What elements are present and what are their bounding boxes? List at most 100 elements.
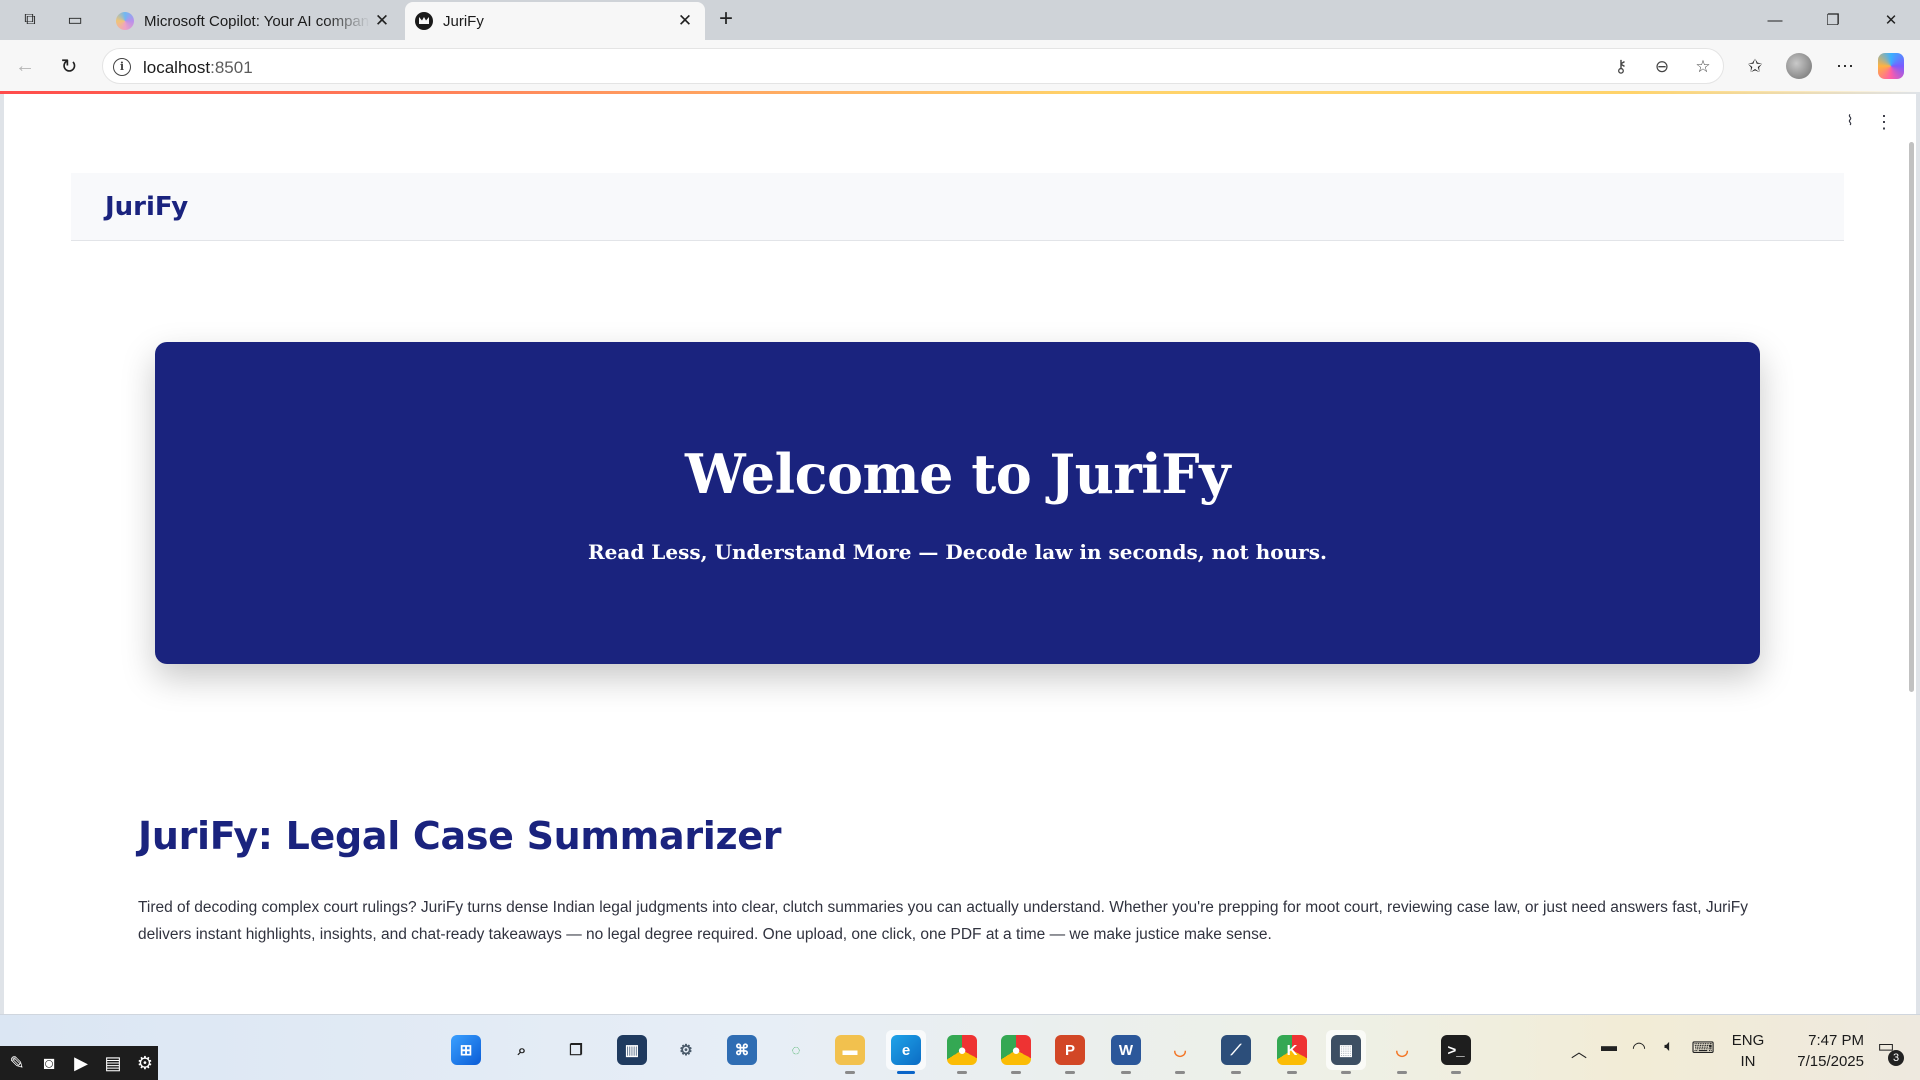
- close-window-button[interactable]: ✕: [1862, 0, 1920, 40]
- refresh-icon[interactable]: ↻: [54, 51, 84, 81]
- running-indicator: [1341, 1071, 1351, 1074]
- word-icon: W: [1111, 1035, 1141, 1065]
- tab-title: Microsoft Copilot: Your AI companion: [144, 12, 370, 30]
- capture-toolbar: ✎ ◙ ▶ ▤ ⚙: [0, 1046, 158, 1080]
- running-status-icon: ⌇: [1846, 112, 1854, 128]
- hero-banner: Welcome to JuriFy Read Less, Understand …: [155, 342, 1760, 664]
- taskbar-app-jupyter-2[interactable]: ◡: [1382, 1030, 1422, 1074]
- browser-tab-strip: ⧉ ▭ Microsoft Copilot: Your AI companion…: [0, 0, 1920, 40]
- jupyter-2-icon: ◡: [1395, 1042, 1409, 1059]
- folder-icon[interactable]: ▤: [100, 1053, 126, 1074]
- header-brand: JuriFy: [105, 192, 189, 222]
- pen-icon[interactable]: ✎: [4, 1053, 30, 1074]
- camera-icon[interactable]: ◙: [36, 1053, 62, 1074]
- more-menu-icon[interactable]: ⋯: [1830, 51, 1860, 81]
- taskbar-app-chrome[interactable]: ●: [942, 1030, 982, 1074]
- settings-icon: ⚙: [679, 1042, 693, 1059]
- taskbar-app-jupyter[interactable]: ◡: [1160, 1030, 1200, 1074]
- taskbar-app-settings[interactable]: ⚙: [666, 1030, 706, 1070]
- workspaces-icon[interactable]: ⧉: [17, 8, 43, 32]
- url-text[interactable]: localhost:8501: [143, 58, 253, 78]
- taskbar-app-edge[interactable]: e: [886, 1030, 926, 1074]
- taskbar-app-vscode-like[interactable]: ⟋: [1216, 1030, 1256, 1074]
- edge-icon: e: [891, 1035, 921, 1065]
- taskbar-app-calculator[interactable]: ▦: [1326, 1030, 1366, 1074]
- running-indicator: [1065, 1071, 1075, 1074]
- battery-icon[interactable]: ▬: [1596, 1038, 1622, 1056]
- running-indicator: [1451, 1071, 1461, 1074]
- loader-icon: ◌: [791, 1041, 801, 1059]
- profile-avatar[interactable]: [1784, 51, 1814, 81]
- running-indicator: [845, 1071, 855, 1074]
- taskbar-app-loader[interactable]: ◌: [776, 1030, 816, 1070]
- new-tab-button[interactable]: +: [712, 6, 740, 34]
- site-info-icon[interactable]: i: [113, 58, 131, 76]
- key-icon[interactable]: ⚷: [1610, 56, 1632, 78]
- gear-icon[interactable]: ⚙: [132, 1053, 158, 1074]
- widgets-icon: ▥: [617, 1035, 647, 1065]
- chrome-k-icon: K: [1277, 1035, 1307, 1065]
- chrome-icon: ●: [947, 1035, 977, 1065]
- running-indicator: [957, 1071, 967, 1074]
- language-indicator[interactable]: ENG IN: [1730, 1030, 1766, 1072]
- task-view-icon: ❐: [569, 1042, 583, 1059]
- hero-title: Welcome to JuriFy: [684, 442, 1231, 506]
- tab-copilot[interactable]: Microsoft Copilot: Your AI companion ✕: [106, 2, 402, 40]
- taskbar-app-search[interactable]: ⌕: [502, 1030, 542, 1070]
- keyboard-icon[interactable]: ⌨: [1690, 1038, 1716, 1058]
- start-icon: ⊞: [451, 1035, 481, 1065]
- clock[interactable]: 7:47 PM 7/15/2025: [1774, 1030, 1864, 1072]
- vscode-like-icon: ⟋: [1221, 1035, 1251, 1065]
- main-menu-icon[interactable]: ⋮: [1874, 112, 1894, 133]
- notification-icon[interactable]: ▭ 3: [1866, 1036, 1906, 1066]
- tab-title: JuriFy: [443, 12, 484, 30]
- powerpoint-icon: P: [1055, 1035, 1085, 1065]
- running-indicator: [897, 1071, 915, 1074]
- address-bar[interactable]: i localhost:8501 ⚷ ⊖ ☆: [102, 48, 1724, 84]
- taskbar-app-chrome-profile[interactable]: ●: [996, 1030, 1036, 1074]
- volume-icon[interactable]: 🔈︎: [1656, 1038, 1682, 1056]
- notification-count: 3: [1888, 1050, 1904, 1066]
- taskbar-app-file-explorer[interactable]: ▬: [830, 1030, 870, 1074]
- file-explorer-icon: ▬: [835, 1035, 865, 1065]
- wifi-icon[interactable]: ◠: [1626, 1038, 1652, 1058]
- copilot-icon[interactable]: [1876, 51, 1906, 81]
- favorite-star-icon[interactable]: ☆: [1692, 56, 1714, 78]
- vertical-tabs-icon[interactable]: ▭: [62, 8, 88, 32]
- running-indicator: [1231, 1071, 1241, 1074]
- app-header: JuriFy: [71, 173, 1844, 241]
- chevron-up-icon[interactable]: ︿: [1566, 1038, 1592, 1062]
- calculator-icon: ▦: [1331, 1035, 1361, 1065]
- minimize-button[interactable]: —: [1746, 0, 1804, 40]
- running-indicator: [1011, 1071, 1021, 1074]
- description-text: Tired of decoding complex court rulings?…: [138, 899, 1749, 943]
- taskbar-app-widgets[interactable]: ▥: [612, 1030, 652, 1070]
- jupyter-icon: ◡: [1173, 1042, 1187, 1059]
- tab-jurify[interactable]: JuriFy ✕: [405, 2, 705, 40]
- taskbar-app-python[interactable]: ⌘: [722, 1030, 762, 1070]
- terminal-icon: >_: [1441, 1035, 1471, 1065]
- close-tab-icon[interactable]: ✕: [370, 11, 394, 31]
- taskbar-app-task-view[interactable]: ❐: [556, 1030, 596, 1070]
- taskbar-app-start[interactable]: ⊞: [446, 1030, 486, 1070]
- running-indicator: [1121, 1071, 1131, 1074]
- back-arrow-icon[interactable]: ←: [10, 51, 40, 81]
- page-viewport: ⌇ ⋮ JuriFy Welcome to JuriFy Read Less, …: [4, 94, 1916, 1014]
- video-icon[interactable]: ▶: [68, 1053, 94, 1074]
- hero-tagline: Read Less, Understand More — Decode law …: [588, 540, 1327, 564]
- jurify-favicon-icon: [415, 12, 433, 30]
- taskbar-app-terminal[interactable]: >_: [1436, 1030, 1476, 1074]
- running-indicator: [1175, 1071, 1185, 1074]
- scrollbar[interactable]: [1909, 142, 1914, 692]
- copilot-favicon-icon: [116, 12, 134, 30]
- chrome-profile-icon: ●: [1001, 1035, 1031, 1065]
- running-indicator: [1287, 1071, 1297, 1074]
- taskbar-app-powerpoint[interactable]: P: [1050, 1030, 1090, 1074]
- restore-button[interactable]: ❐: [1804, 0, 1862, 40]
- close-tab-icon[interactable]: ✕: [673, 11, 697, 31]
- section-title: JuriFy: Legal Case Summarizer: [138, 814, 782, 858]
- taskbar-app-word[interactable]: W: [1106, 1030, 1146, 1074]
- taskbar-app-chrome-k[interactable]: K: [1272, 1030, 1312, 1074]
- favorites-icon[interactable]: ✩: [1740, 51, 1770, 81]
- zoom-out-icon[interactable]: ⊖: [1651, 56, 1673, 78]
